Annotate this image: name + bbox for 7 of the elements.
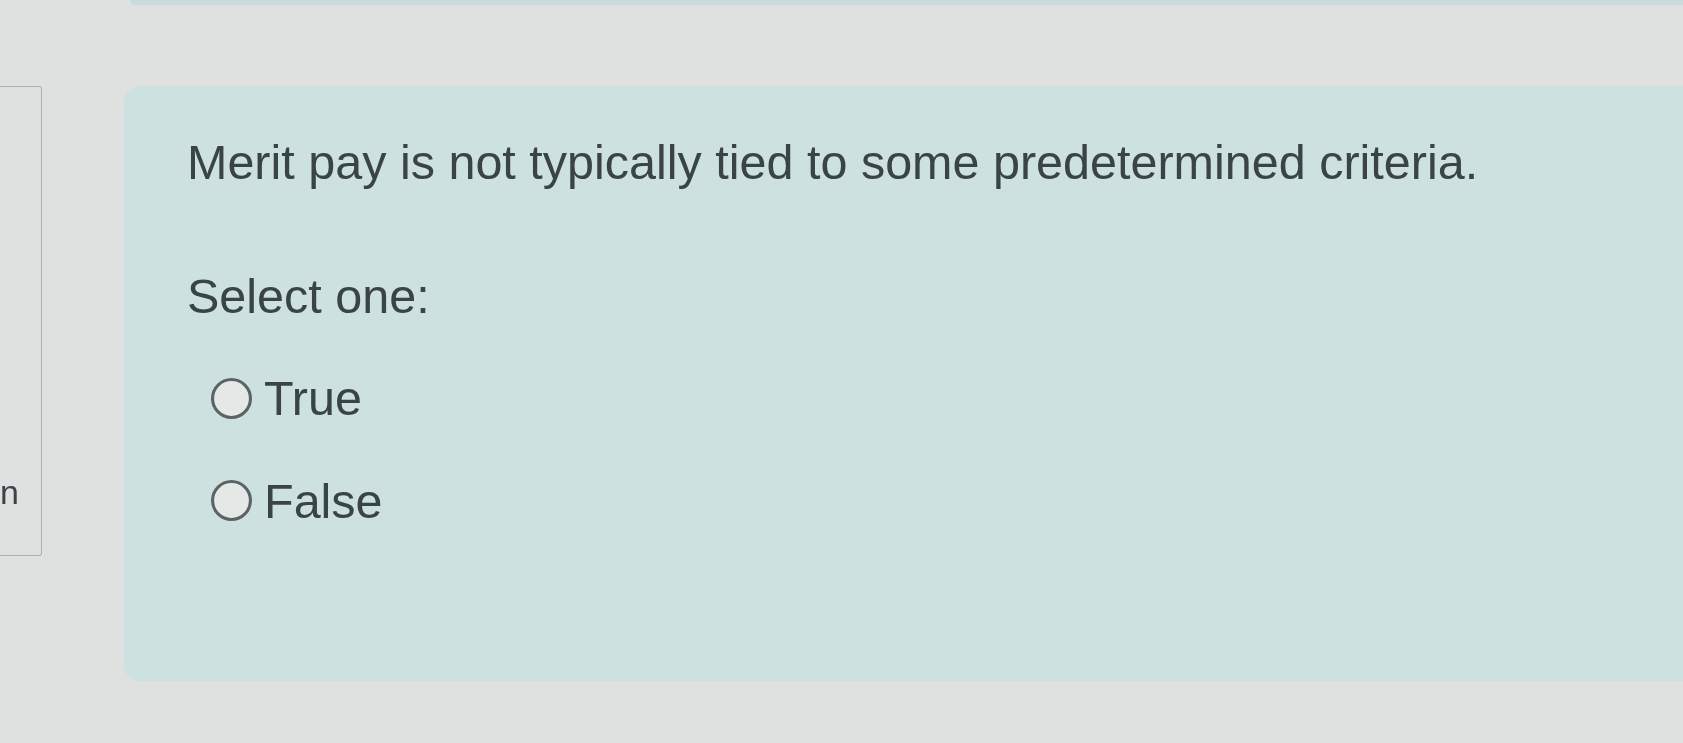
radio-button[interactable] bbox=[211, 377, 252, 419]
panel-text: n bbox=[0, 475, 19, 509]
question-text: Merit pay is not typically tied to some predetermined criteria. bbox=[187, 134, 1479, 191]
radio-button[interactable] bbox=[211, 480, 252, 522]
option-label[interactable]: False bbox=[264, 471, 383, 530]
option-label[interactable]: True bbox=[264, 369, 362, 428]
prompt-text: Select one: bbox=[187, 268, 430, 326]
